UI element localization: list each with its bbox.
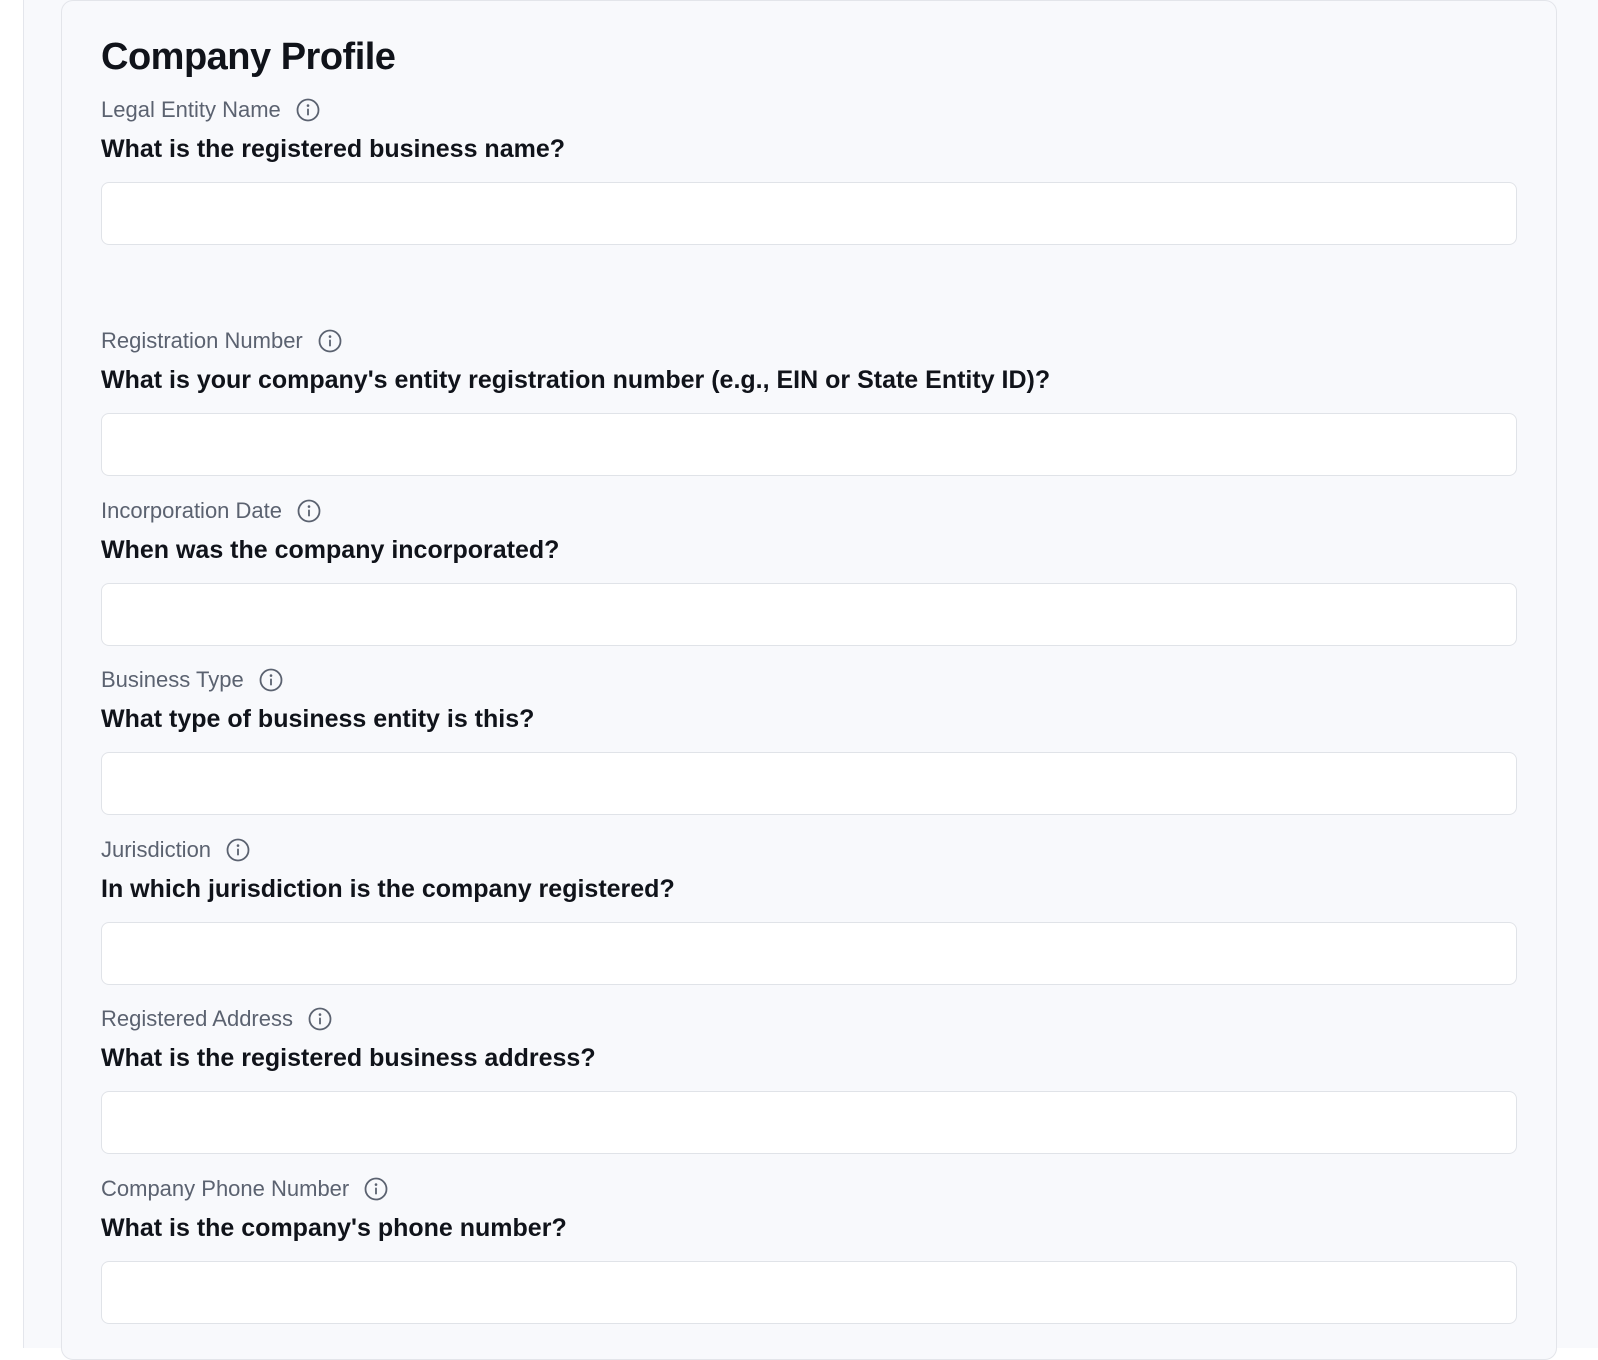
registration-number-input[interactable] — [101, 413, 1517, 476]
field-label-row: Registered Address — [101, 1004, 1517, 1034]
registered-address-input[interactable] — [101, 1091, 1517, 1154]
field-label-row: Incorporation Date — [101, 496, 1517, 526]
field-registration-number: Registration Number What is your company… — [101, 326, 1517, 476]
field-label-row: Registration Number — [101, 326, 1517, 356]
info-icon[interactable] — [307, 1006, 333, 1032]
field-label-row: Legal Entity Name — [101, 95, 1517, 125]
info-icon[interactable] — [295, 97, 321, 123]
field-question: What type of business entity is this? — [101, 705, 535, 733]
field-label: Company Phone Number — [101, 1176, 350, 1201]
field-label: Incorporation Date — [101, 498, 282, 523]
field-question: In which jurisdiction is the company reg… — [101, 875, 675, 903]
field-label-row: Jurisdiction — [101, 835, 1517, 865]
field-label: Registration Number — [101, 328, 303, 353]
field-registered-address: Registered Address What is the registere… — [101, 1004, 1517, 1154]
field-label: Registered Address — [101, 1006, 293, 1031]
incorporation-date-input[interactable] — [101, 583, 1517, 646]
field-label: Legal Entity Name — [101, 97, 281, 122]
field-question: What is your company's entity registrati… — [101, 366, 1051, 394]
info-icon[interactable] — [363, 1176, 389, 1202]
field-label: Jurisdiction — [101, 837, 212, 862]
field-question: What is the registered business name? — [101, 135, 566, 163]
page-title: Company Profile — [101, 36, 396, 78]
jurisdiction-input[interactable] — [101, 922, 1517, 985]
field-label-row: Business Type — [101, 665, 1517, 695]
info-icon[interactable] — [317, 328, 343, 354]
field-legal-entity-name: Legal Entity Name What is the registered… — [101, 95, 1517, 245]
field-jurisdiction: Jurisdiction In which jurisdiction is th… — [101, 835, 1517, 985]
info-icon[interactable] — [258, 667, 284, 693]
info-icon[interactable] — [296, 498, 322, 524]
field-company-phone-number: Company Phone Number What is the company… — [101, 1174, 1517, 1324]
info-icon[interactable] — [225, 837, 251, 863]
business-type-input[interactable] — [101, 752, 1517, 815]
field-incorporation-date: Incorporation Date When was the company … — [101, 496, 1517, 646]
field-question: What is the company's phone number? — [101, 1214, 567, 1242]
field-label: Business Type — [101, 667, 244, 692]
legal-entity-name-input[interactable] — [101, 182, 1517, 245]
field-question: When was the company incorporated? — [101, 536, 560, 564]
field-question: What is the registered business address? — [101, 1044, 596, 1072]
company-phone-number-input[interactable] — [101, 1261, 1517, 1324]
field-business-type: Business Type What type of business enti… — [101, 665, 1517, 815]
field-label-row: Company Phone Number — [101, 1174, 1517, 1204]
